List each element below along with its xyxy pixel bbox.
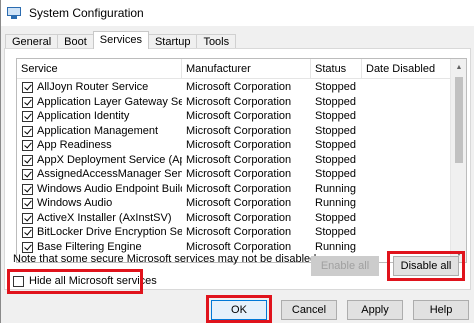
- service-name: Application Management: [37, 124, 159, 137]
- msconfig-app-icon: [7, 7, 21, 19]
- hide-microsoft-services-checkbox[interactable]: [13, 275, 24, 287]
- service-manufacturer: Microsoft Corporation: [186, 139, 292, 151]
- column-header-manufacturer[interactable]: Manufacturer: [182, 59, 311, 79]
- service-manufacturer: Microsoft Corporation: [186, 95, 292, 108]
- service-checkbox[interactable]: [22, 198, 33, 209]
- hide-microsoft-services-option[interactable]: Hide all Microsoft services: [13, 273, 157, 289]
- service-checkbox[interactable]: [22, 212, 33, 224]
- service-rows: AllJoyn Router Service Microsoft Corporat…: [17, 80, 451, 254]
- service-manufacturer: Microsoft Corporation: [186, 81, 292, 93]
- hide-microsoft-services-label: Hide all Microsoft services: [29, 275, 157, 287]
- service-checkbox[interactable]: [22, 82, 33, 93]
- service-row[interactable]: App Readiness Microsoft Corporation Stoppe…: [17, 138, 451, 153]
- service-status: Stopped: [315, 168, 356, 180]
- service-row[interactable]: AllJoyn Router Service Microsoft Corporat…: [17, 80, 451, 95]
- service-name: App Readiness: [37, 139, 112, 151]
- service-manufacturer: Microsoft Corporation: [186, 197, 292, 209]
- tab-general[interactable]: General: [5, 34, 59, 49]
- service-status: Stopped: [315, 226, 356, 238]
- service-status: Stopped: [315, 95, 356, 108]
- service-name: Application Layer Gateway Service: [37, 95, 182, 108]
- service-checkbox[interactable]: [22, 154, 33, 166]
- tab-boot[interactable]: Boot: [57, 34, 94, 49]
- service-status: Stopped: [315, 110, 356, 122]
- column-header-service[interactable]: Service: [17, 59, 182, 79]
- cancel-button[interactable]: Cancel: [281, 300, 337, 320]
- service-checkbox[interactable]: [22, 169, 33, 180]
- title-bar: System Configuration: [1, 0, 474, 26]
- system-configuration-window: System Configuration General Boot Servic…: [0, 0, 474, 323]
- tab-startup[interactable]: Startup: [147, 34, 198, 49]
- tab-tools[interactable]: Tools: [196, 34, 237, 49]
- column-header-date-disabled[interactable]: Date Disabled: [362, 59, 451, 79]
- service-checkbox[interactable]: [22, 125, 33, 137]
- service-row[interactable]: Windows Audio Endpoint Builder Microsoft …: [17, 182, 451, 197]
- service-status: Running: [315, 182, 356, 195]
- secure-services-note: Note that some secure Microsoft services…: [13, 253, 320, 265]
- service-status: Running: [315, 240, 356, 253]
- service-row[interactable]: Application Management Microsoft Corporat…: [17, 124, 451, 139]
- service-manufacturer: Microsoft Corporation: [186, 124, 292, 137]
- service-manufacturer: Microsoft Corporation: [186, 168, 292, 180]
- help-button[interactable]: Help: [413, 300, 469, 320]
- service-manufacturer: Microsoft Corporation: [186, 226, 292, 238]
- service-manufacturer: Microsoft Corporation: [186, 182, 292, 195]
- vertical-scrollbar[interactable]: ▲ ▼: [450, 59, 466, 262]
- service-name: BitLocker Drive Encryption Service: [37, 226, 182, 238]
- service-name: Windows Audio: [37, 197, 113, 209]
- service-row[interactable]: Windows Audio Microsoft Corporation Runnin…: [17, 196, 451, 211]
- enable-all-button[interactable]: Enable all: [311, 256, 379, 276]
- service-name: Windows Audio Endpoint Builder: [37, 182, 182, 195]
- service-row[interactable]: Application Layer Gateway Service Microso…: [17, 95, 451, 110]
- disable-all-button[interactable]: Disable all: [393, 256, 459, 276]
- service-row[interactable]: AppX Deployment Service (AppX... Microsof…: [17, 153, 451, 168]
- service-row[interactable]: Application Identity Microsoft Corporatio…: [17, 109, 451, 124]
- service-checkbox[interactable]: [22, 241, 33, 253]
- service-name: ActiveX Installer (AxInstSV): [37, 211, 172, 224]
- service-checkbox[interactable]: [22, 96, 33, 108]
- services-list: Service Manufacturer Status Date Disable…: [16, 58, 467, 263]
- service-manufacturer: Microsoft Corporation: [186, 211, 292, 224]
- window-title: System Configuration: [29, 6, 144, 20]
- service-name: AllJoyn Router Service: [37, 81, 149, 93]
- list-header: Service Manufacturer Status Date Disable…: [17, 59, 451, 79]
- apply-button[interactable]: Apply: [347, 300, 403, 320]
- tab-services[interactable]: Services: [92, 31, 149, 49]
- service-checkbox[interactable]: [22, 111, 33, 122]
- tab-strip: General Boot Services Startup Tools: [5, 31, 237, 49]
- service-status: Stopped: [315, 139, 356, 151]
- service-name: Application Identity: [37, 110, 130, 122]
- scroll-thumb[interactable]: [455, 77, 463, 163]
- service-checkbox[interactable]: [22, 227, 33, 238]
- service-name: AssignedAccessManager Service: [37, 168, 182, 180]
- service-status: Stopped: [315, 211, 356, 224]
- service-name: Base Filtering Engine: [37, 240, 142, 253]
- ok-button[interactable]: OK: [211, 300, 267, 320]
- service-manufacturer: Microsoft Corporation: [186, 153, 292, 166]
- service-status: Stopped: [315, 81, 356, 93]
- column-header-status[interactable]: Status: [311, 59, 362, 79]
- service-name: AppX Deployment Service (AppX...: [37, 153, 182, 166]
- service-manufacturer: Microsoft Corporation: [186, 110, 292, 122]
- scroll-up-arrow-icon[interactable]: ▲: [451, 59, 466, 75]
- service-row[interactable]: AssignedAccessManager Service Microsoft C…: [17, 167, 451, 182]
- service-row[interactable]: ActiveX Installer (AxInstSV) Microsoft Co…: [17, 211, 451, 226]
- service-status: Stopped: [315, 153, 356, 166]
- service-status: Stopped: [315, 124, 356, 137]
- service-row[interactable]: Base Filtering Engine Microsoft Corporati…: [17, 240, 451, 255]
- service-checkbox[interactable]: [22, 183, 33, 195]
- service-row[interactable]: BitLocker Drive Encryption Service Micros…: [17, 225, 451, 240]
- service-status: Running: [315, 197, 356, 209]
- service-checkbox[interactable]: [22, 140, 33, 151]
- service-manufacturer: Microsoft Corporation: [186, 240, 292, 253]
